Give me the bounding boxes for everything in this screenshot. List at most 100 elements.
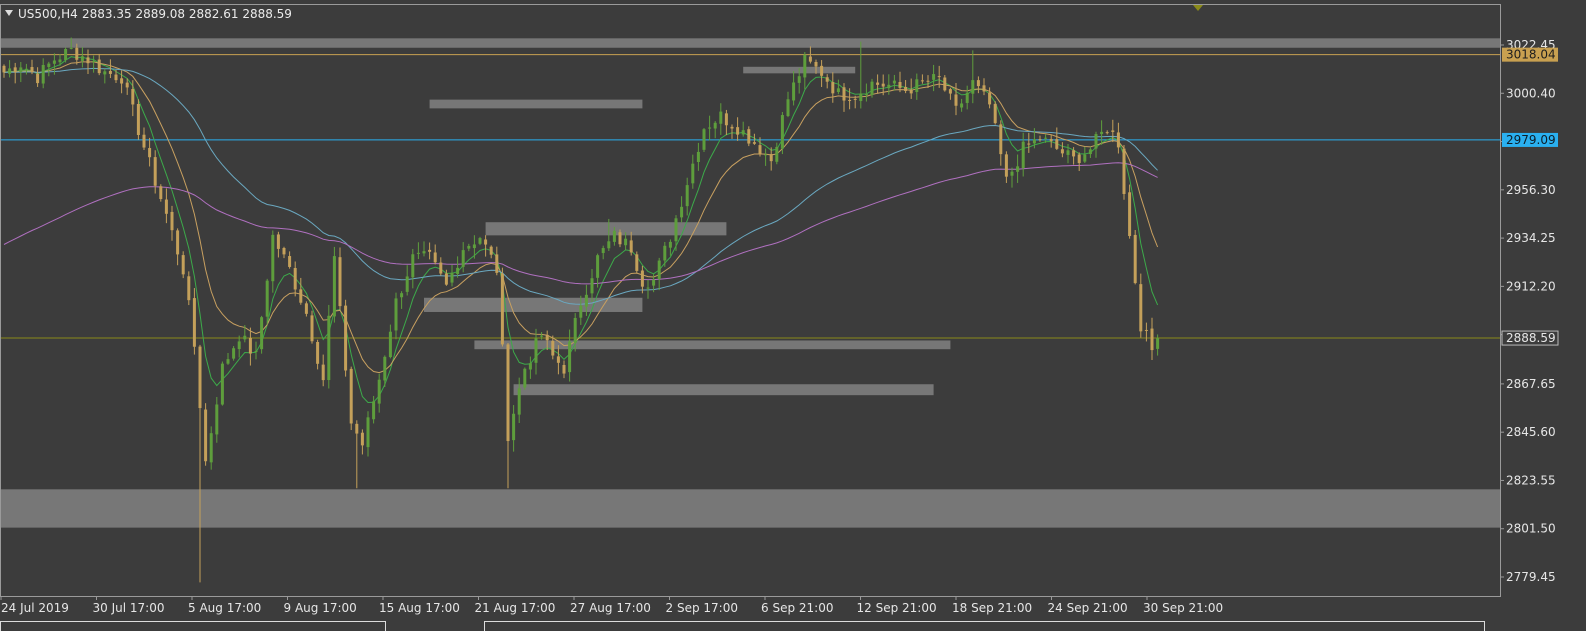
candle[interactable] (523, 367, 527, 391)
candle-body (814, 61, 818, 67)
candle[interactable] (204, 403, 208, 466)
candle-body (276, 234, 280, 249)
candle[interactable] (702, 128, 706, 152)
candle-body (764, 154, 768, 156)
candle-body (383, 356, 387, 381)
candle-body (64, 48, 68, 60)
candle-body (730, 126, 734, 129)
zone-7[interactable] (513, 384, 934, 396)
candle-body (1144, 329, 1148, 331)
candle[interactable] (136, 99, 140, 140)
candle-body (422, 251, 426, 254)
zone-1[interactable] (1, 489, 1500, 528)
candle-body (713, 122, 717, 129)
candle-body (612, 230, 616, 242)
candle-body (954, 94, 958, 106)
candle[interactable] (344, 299, 348, 377)
candle[interactable] (993, 101, 997, 125)
candle-body (1100, 131, 1104, 135)
candle-body (1083, 154, 1087, 162)
candle-body (86, 57, 90, 64)
candle-body (405, 276, 409, 292)
candle-body (30, 67, 34, 73)
candle[interactable] (349, 366, 353, 431)
candle-body (523, 368, 527, 388)
candle[interactable] (780, 111, 784, 155)
candle-body (982, 85, 986, 92)
candle-body (528, 363, 532, 370)
candle[interactable] (181, 251, 185, 279)
candle[interactable] (220, 361, 224, 406)
candle-body (943, 77, 947, 91)
candle-body (618, 232, 622, 245)
candle[interactable] (1128, 184, 1132, 239)
candle[interactable] (943, 75, 947, 92)
candle-body (920, 80, 924, 82)
candle[interactable] (327, 304, 331, 389)
candle-body (1027, 143, 1031, 145)
candle-body (114, 74, 118, 81)
price-tick-label: 2867.65 (1506, 377, 1556, 391)
candle-body (332, 256, 336, 317)
candle[interactable] (310, 310, 314, 344)
candle-body (752, 142, 756, 144)
zone-5[interactable] (424, 297, 643, 312)
candle-body (411, 254, 415, 278)
candle-body (545, 334, 549, 341)
time-tick-label: 15 Aug 17:00 (379, 601, 460, 615)
candle-body (338, 257, 342, 307)
candle[interactable] (500, 267, 504, 347)
candle-body (467, 245, 471, 249)
candle[interactable] (260, 315, 264, 354)
price-tick-label: 2801.50 (1506, 522, 1556, 536)
candle-body (708, 127, 712, 129)
candle-body (1111, 130, 1115, 132)
candle[interactable] (870, 78, 874, 98)
candle-body (388, 331, 392, 358)
zone-0[interactable] (1, 38, 1500, 48)
candle-body (8, 68, 12, 74)
candle-body (159, 186, 163, 200)
candle[interactable] (232, 346, 236, 361)
candle-body (668, 241, 672, 248)
candle-body (243, 335, 247, 340)
candle-body (103, 71, 107, 75)
candle-body (293, 268, 297, 290)
candle-body (125, 82, 129, 88)
candle[interactable] (1133, 230, 1137, 285)
candle-body (635, 254, 639, 271)
candle-body (176, 230, 180, 255)
price-tag-label: 2888.59 (1506, 331, 1556, 345)
candle-body (596, 255, 600, 278)
candle-body (1066, 150, 1070, 155)
zone-3[interactable] (429, 99, 643, 109)
candle-body (304, 303, 308, 314)
candle[interactable] (747, 126, 751, 147)
candle[interactable] (332, 246, 336, 323)
candle-body (142, 134, 146, 148)
candle-body (75, 47, 79, 60)
candle-body (377, 379, 381, 404)
time-tick-label: 24 Sep 21:00 (1048, 601, 1128, 615)
candle-body (926, 80, 930, 82)
candle-body (19, 67, 23, 72)
candle-body (461, 250, 465, 267)
candle-body (769, 154, 773, 162)
candle[interactable] (187, 271, 191, 306)
candle-body (915, 79, 919, 92)
price-chart[interactable]: 3022.453000.402956.302934.252912.202867.… (0, 0, 1586, 631)
candle-body (601, 248, 605, 254)
candle-body (551, 340, 555, 356)
time-tick-label: 18 Sep 21:00 (952, 601, 1032, 615)
candle-body (136, 103, 140, 135)
candle-body (640, 270, 644, 287)
zone-4[interactable] (485, 222, 727, 236)
candle[interactable] (635, 251, 639, 274)
candle-body (204, 409, 208, 462)
candle[interactable] (1122, 145, 1126, 200)
candle-body (372, 401, 376, 420)
candle-body (1049, 139, 1053, 141)
candle-body (719, 111, 723, 124)
candle-body (881, 83, 885, 87)
candle-body (260, 317, 264, 350)
